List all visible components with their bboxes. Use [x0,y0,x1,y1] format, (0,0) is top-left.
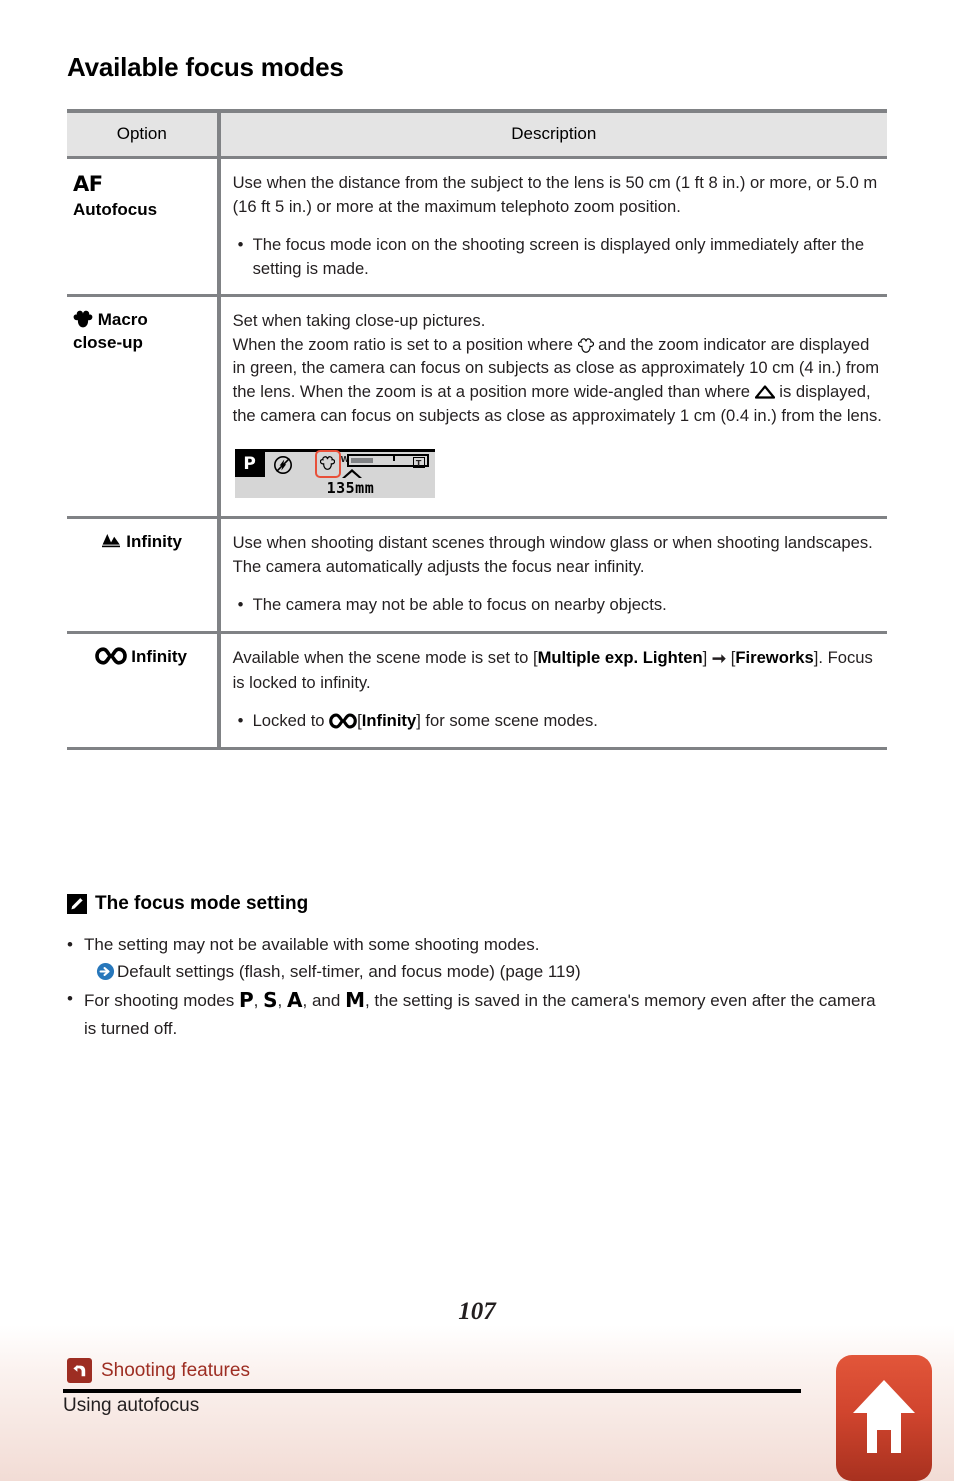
macro-paragraph-1: Set when taking close-up pictures. [232,311,486,331]
tulip-macro-icon [73,310,93,328]
zoom-tick-mid [392,456,395,462]
option-label-infinity-locked: Infinity [131,646,188,666]
macro-icon-highlight-box [314,450,341,479]
shooting-mode-badge: P [234,452,265,478]
option-label-infinity-landscape: Infinity [126,532,183,552]
option-label-autofocus: Autofocus [73,199,158,219]
infinity-landscape-bullet-text: The camera may not be able to focus on n… [252,595,667,615]
pencil-note-icon [67,894,87,914]
table-row-infinity-landscape: Infinity Use when shooting distant scene… [67,517,887,634]
note-list: • The setting may not be available with … [67,932,887,1041]
infinity-landscape-bullet: • The camera may not be able to focus on… [233,593,883,617]
option-cell-autofocus: AF Autofocus [67,157,221,298]
note-item-2-body: For shooting modes P, S, A, and M, the s… [84,986,887,1041]
note-item-1: • The setting may not be available with … [67,932,887,984]
note-reference-line: Default settings (flash, self-timer, and… [84,959,887,984]
mode-letter-a: A [287,988,303,1013]
option-label-macro-line2: close-up [73,332,143,352]
flash-off-icon [273,456,292,475]
breadcrumb-label[interactable]: Shooting features [101,1360,250,1382]
infinity-landscape-paragraph-2: The camera automatically adjusts the foc… [232,556,645,576]
tulip-macro-inline-icon [577,338,594,353]
description-cell-macro: Set when taking close-up pictures. When … [218,295,887,520]
bullet-bold-infinity: Infinity [361,711,417,731]
scene-mode-bold-1: Multiple exp. Lighten [537,647,703,667]
manual-page: Available focus modes Option Description… [0,0,954,1481]
bullet-dot-icon: • [237,595,244,615]
home-button[interactable] [836,1355,932,1481]
page-title: Available focus modes [67,52,344,82]
af-icon: AF [73,172,103,196]
note-item-1-body: The setting may not be available with so… [84,932,887,984]
mountain-infinity-icon [101,534,120,548]
focal-length-label: 135mm [326,479,375,498]
macro-mode-icon [319,456,335,470]
sep-3: , [302,991,308,1011]
zoom-indicator-fill [350,458,373,464]
autofocus-paragraph: Use when the distance from the subject t… [232,173,878,216]
infinity-symbol-icon [94,647,127,665]
bullet-text-c: ] for some scene modes. [416,711,598,731]
autofocus-bullet: • The focus mode icon on the shooting sc… [233,233,883,280]
footer-divider [63,1389,801,1393]
back-arrow-icon[interactable] [67,1358,92,1383]
camera-screen-illustration: P W T 135mm [234,449,435,499]
bullet-dot-icon: • [237,711,244,731]
home-icon [853,1380,915,1453]
table-header-row: Option Description [67,109,887,159]
breadcrumb-sub-label: Using autofocus [63,1395,200,1416]
description-cell-autofocus: Use when the distance from the subject t… [218,157,887,298]
mode-letter-p: P [238,988,254,1013]
zoom-position-marker-icon [341,469,362,479]
right-arrow-icon: ➞ [711,648,727,668]
focus-modes-table: Option Description AF Autofocus Use when… [67,109,887,751]
option-cell-infinity-landscape: Infinity [67,517,221,634]
infinity-locked-text-b: ] [702,647,708,667]
zoom-indicator-bar: T [346,454,429,469]
table-row-autofocus: AF Autofocus Use when the distance from … [67,157,887,298]
page-number: 107 [458,1298,496,1325]
table-row-infinity-locked: Infinity Available when the scene mode i… [67,632,887,751]
bullet-dot-icon: • [67,935,73,954]
option-label-macro-line1: Macro [97,310,148,330]
option-cell-infinity-locked: Infinity [67,632,221,751]
infinity-locked-bullet-text: Locked to [Infinity] for some scene mode… [253,709,883,733]
note-item-2-text-a: For shooting modes [84,991,235,1011]
macro-paragraph-2: When the zoom ratio is set to a position… [233,333,883,427]
zoom-tele-label: T [412,457,425,469]
bullet-dot-icon: • [67,989,73,1009]
mode-letter-s: S [263,988,278,1013]
mode-letter-m: M [345,988,365,1013]
note-reference-text[interactable]: Default settings (flash, self-timer, and… [117,959,581,984]
wide-angle-triangle-icon [754,385,775,399]
note-title-text: The focus mode setting [95,893,309,914]
infinity-locked-paragraph: Available when the scene mode is set to … [233,646,883,695]
table-row-macro: Macro close-up Set when taking close-up … [67,295,887,520]
sep-2: , [277,991,283,1011]
note-item-1-text: The setting may not be available with so… [84,935,540,954]
page-footer: Shooting features Using autofocus [0,1325,954,1481]
infinity-symbol-inline-icon [329,713,357,729]
scene-mode-bold-2: Fireworks [735,647,814,667]
note-block: The focus mode setting • The setting may… [67,893,887,1043]
blue-arrow-icon [96,963,115,981]
and-word: and [311,991,341,1011]
breadcrumb[interactable]: Shooting features [67,1358,250,1383]
note-title: The focus mode setting [67,893,887,915]
bullet-text-a: Locked to [252,711,325,731]
column-header-description: Description [218,109,887,159]
infinity-locked-text-a: Available when the scene mode is set to … [232,647,538,667]
bullet-dot-icon: • [237,235,244,255]
sep-1: , [253,991,259,1011]
infinity-landscape-paragraph-1: Use when shooting distant scenes through… [232,533,873,553]
description-cell-infinity-locked: Available when the scene mode is set to … [218,632,887,751]
autofocus-bullet-text: The focus mode icon on the shooting scre… [252,235,865,278]
option-cell-macro: Macro close-up [67,295,221,520]
macro-text-part-1: When the zoom ratio is set to a position… [232,334,573,354]
infinity-locked-bullet: • Locked to [Infinity] for some scene mo… [233,709,883,733]
column-header-option: Option [67,109,221,159]
description-cell-infinity-landscape: Use when shooting distant scenes through… [218,517,887,634]
note-item-2: • For shooting modes P, S, A, and M, the… [67,986,887,1041]
